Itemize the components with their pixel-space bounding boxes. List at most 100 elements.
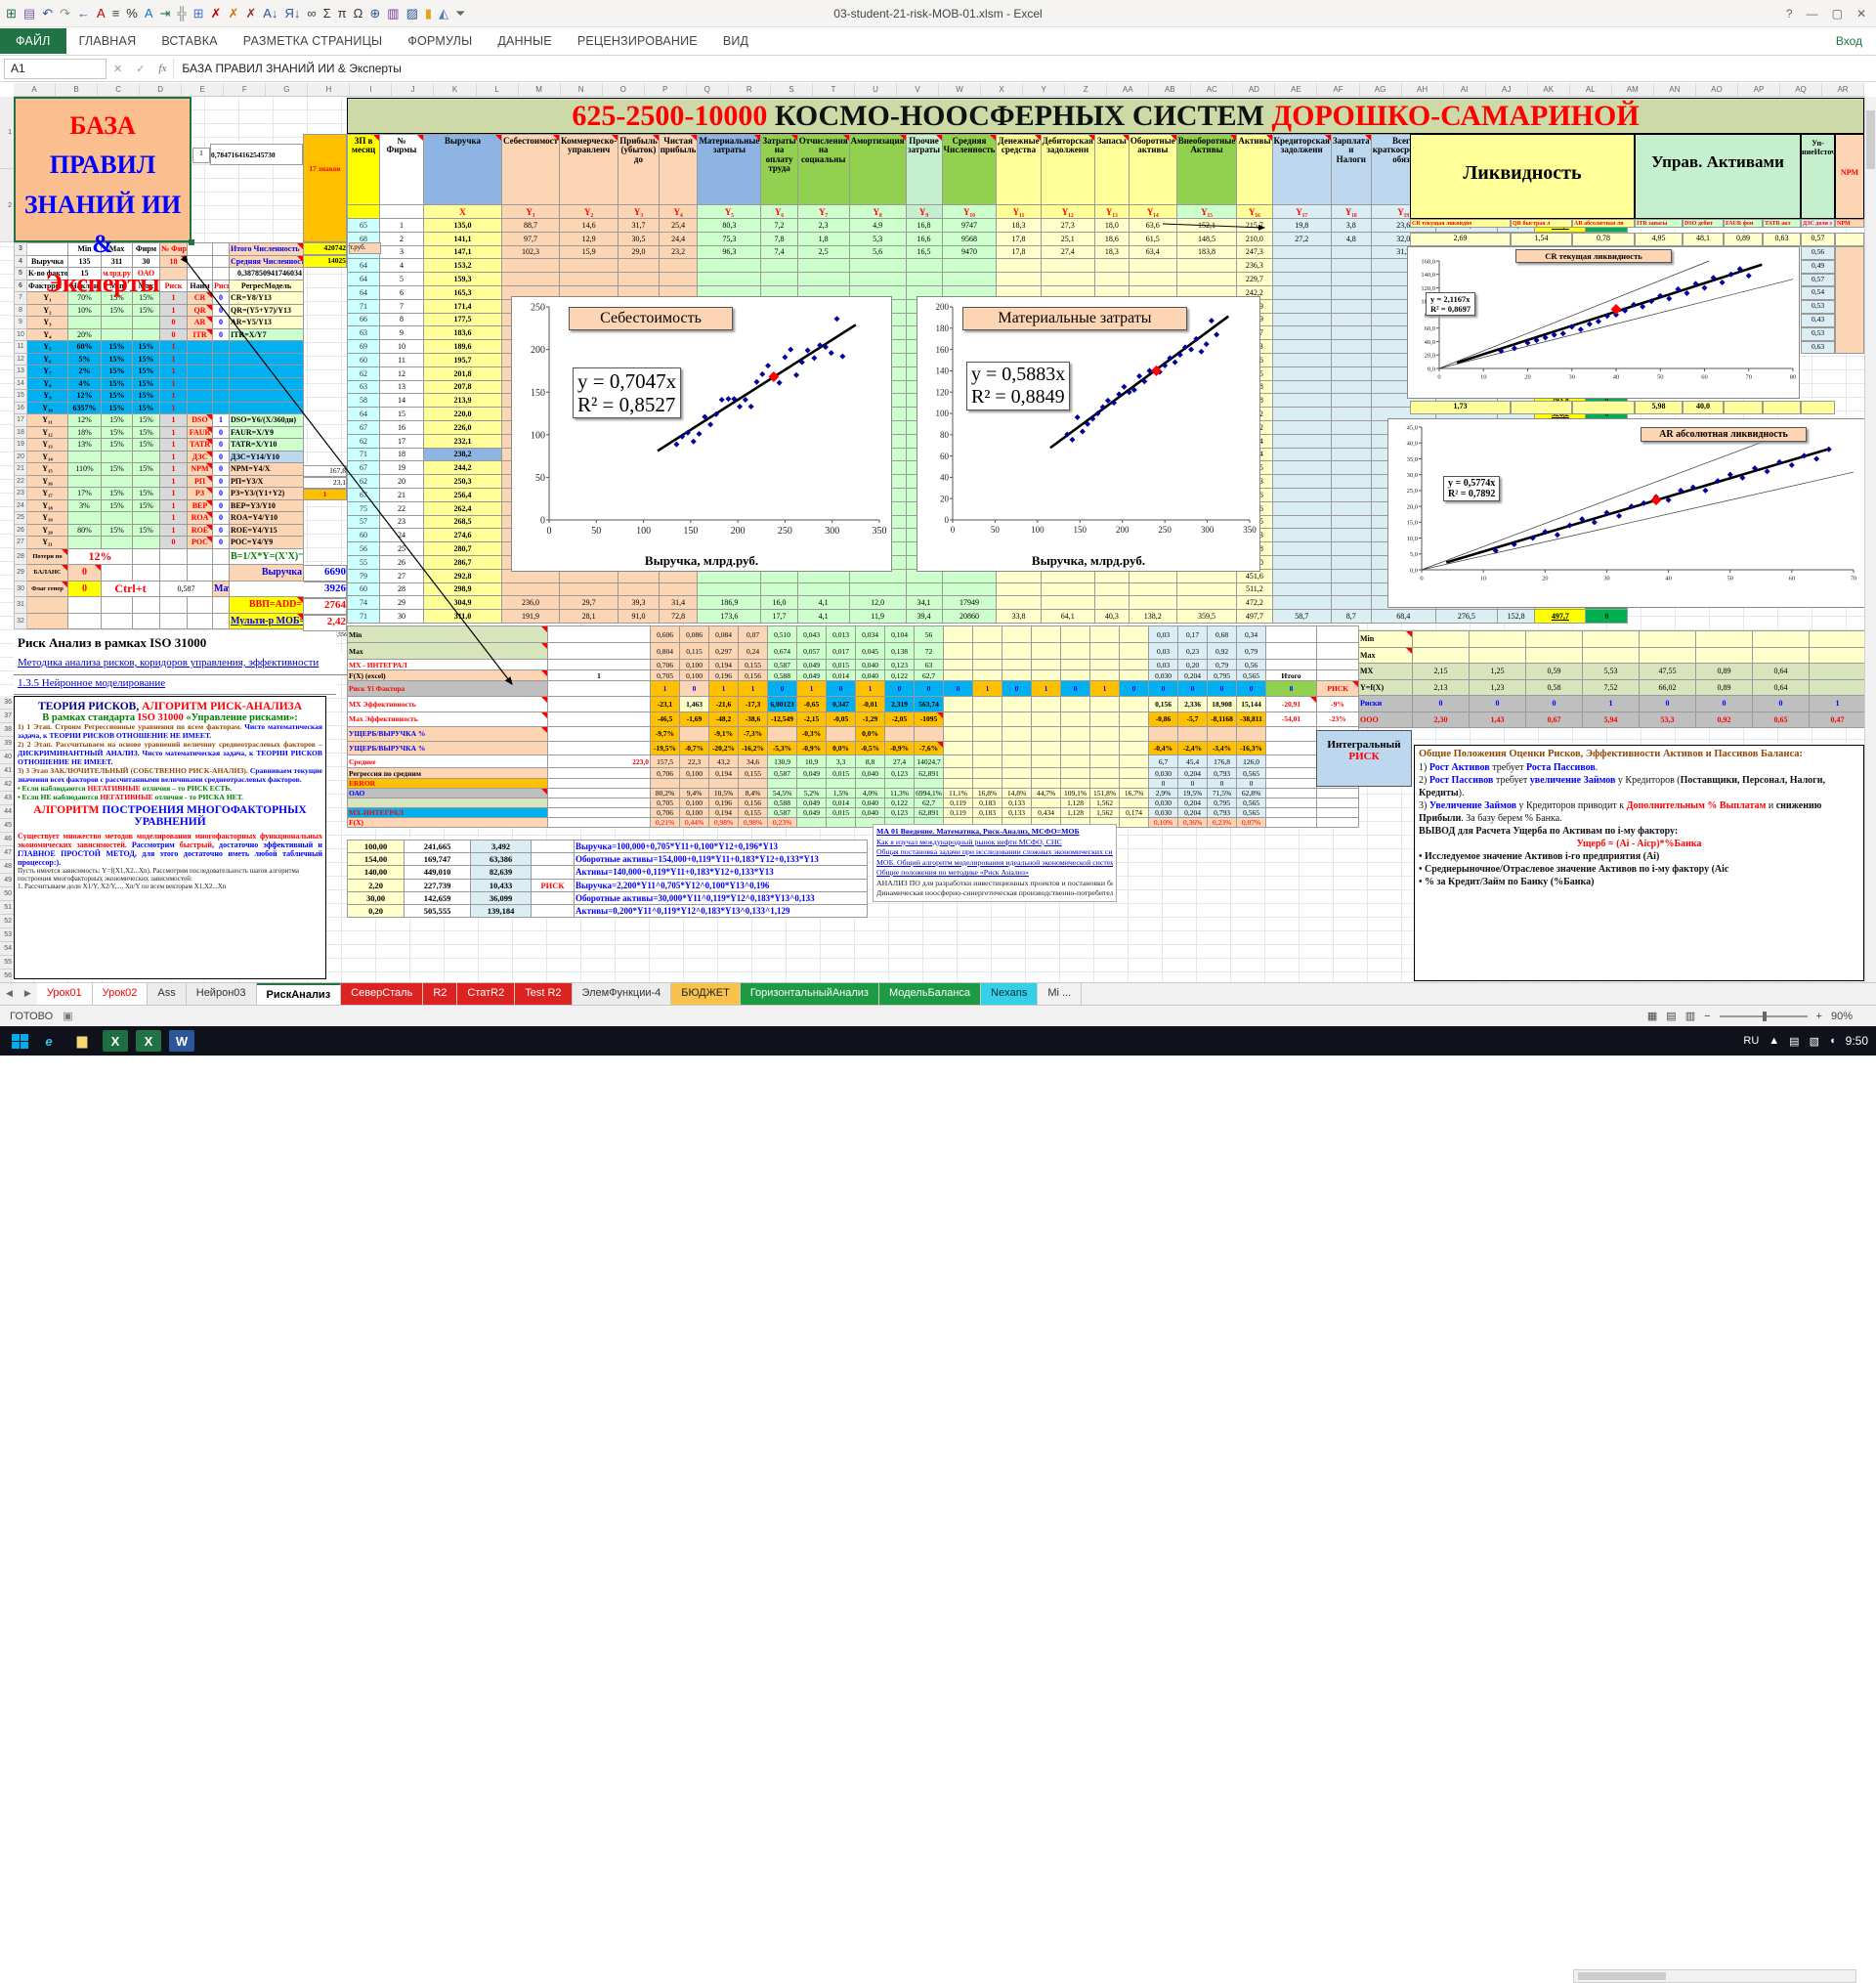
cell[interactable]: 449,010 (405, 866, 471, 879)
cell[interactable]: -2,05 (885, 711, 915, 727)
cell[interactable] (160, 565, 188, 582)
cell[interactable]: 0,44% (680, 818, 709, 828)
cell[interactable] (188, 390, 213, 403)
cell[interactable]: 1 (213, 414, 230, 427)
cell[interactable]: -20,2% (709, 741, 739, 755)
cell[interactable] (188, 377, 213, 390)
cell[interactable]: 28,1 (560, 610, 618, 624)
cell[interactable]: 15% (102, 353, 133, 366)
cell[interactable]: 17,8 (997, 232, 1041, 245)
cell[interactable]: 1 (160, 512, 188, 525)
cell[interactable] (739, 779, 768, 789)
cell[interactable]: 18,6 (1094, 232, 1129, 245)
cell[interactable]: 0,017 (827, 643, 856, 660)
cell[interactable]: Мах Эффективность (348, 711, 548, 727)
cell[interactable] (1266, 818, 1317, 828)
cell[interactable]: 16 (15, 402, 27, 414)
cell[interactable] (102, 597, 133, 614)
column-header[interactable]: AG (1360, 83, 1402, 96)
cell[interactable] (1061, 660, 1090, 670)
cell[interactable]: 13 (380, 380, 424, 394)
cell[interactable]: 30,00 (348, 891, 405, 904)
cell[interactable]: 0,015 (827, 660, 856, 670)
cell[interactable] (659, 273, 698, 286)
cell[interactable]: 12% (68, 414, 102, 427)
cell[interactable] (768, 727, 797, 742)
cell[interactable]: -0,9% (797, 741, 827, 755)
cell[interactable]: Y₃ (618, 205, 660, 219)
column-header[interactable]: B (56, 83, 98, 96)
cell[interactable]: 0,92 (1696, 711, 1753, 728)
cell[interactable]: 16,5 (906, 245, 942, 259)
cell[interactable]: 97,7 (502, 232, 560, 245)
cell[interactable]: 0,63 (1801, 341, 1835, 355)
cell[interactable] (1810, 647, 1866, 664)
cell[interactable]: -9,7% (651, 727, 680, 742)
cell[interactable] (768, 779, 797, 789)
cell[interactable]: 0,705 (651, 670, 680, 681)
cell[interactable]: 62 (348, 366, 380, 380)
cell[interactable]: 0,67 (1526, 711, 1583, 728)
cell[interactable]: 20860 (942, 610, 997, 624)
cell[interactable] (1090, 711, 1120, 727)
cell[interactable] (1032, 768, 1061, 779)
cell[interactable] (1413, 631, 1470, 648)
row-header[interactable]: 55 (0, 956, 14, 970)
column-header[interactable]: AB (1149, 83, 1191, 96)
cell[interactable]: 0,100 (680, 768, 709, 779)
cell[interactable]: 142,659 (405, 891, 471, 904)
cell[interactable]: 5,94 (1583, 711, 1640, 728)
column-header[interactable]: AO (1696, 83, 1738, 96)
cell[interactable]: 0,387850941746034 (230, 268, 304, 280)
cell[interactable]: CR=Y8/Y13 (230, 292, 304, 305)
cell[interactable] (1272, 488, 1331, 501)
cell[interactable]: 0,049 (797, 798, 827, 808)
cell[interactable]: 5 (380, 273, 424, 286)
cell[interactable]: -1095 (915, 711, 944, 727)
cell[interactable] (532, 866, 575, 879)
cell[interactable]: Y₈ (27, 377, 68, 390)
cell[interactable] (797, 779, 827, 789)
row-header[interactable]: 47 (0, 846, 14, 860)
cell[interactable]: 0,138 (885, 643, 915, 660)
ratio-mx-strip[interactable]: 1,735,9840,0 (1410, 401, 1835, 414)
column-header[interactable]: M (519, 83, 561, 96)
cell[interactable]: 0 (885, 681, 915, 697)
cell[interactable]: 0,015 (827, 808, 856, 818)
cell[interactable]: 0 (213, 292, 230, 305)
cell[interactable] (1120, 755, 1149, 768)
cell[interactable] (1032, 779, 1061, 789)
cell[interactable]: BEP (188, 499, 213, 512)
cell[interactable]: Y₁₅ (1176, 205, 1237, 219)
cell[interactable]: 0,89 (1696, 664, 1753, 680)
cell[interactable]: 18% (68, 426, 102, 439)
cell[interactable]: 0,347 (827, 697, 856, 712)
hyperlink[interactable]: МОБ. Общий алгоритм моделирования идеаль… (876, 858, 1113, 869)
cell[interactable]: ДЗС (188, 451, 213, 463)
cell[interactable]: Итого (1266, 670, 1317, 681)
cell[interactable] (1331, 434, 1371, 448)
cell[interactable]: 0,565 (1237, 670, 1266, 681)
cell[interactable]: 8 (380, 313, 424, 326)
cell[interactable] (348, 205, 380, 219)
cell[interactable]: 0,565 (1237, 798, 1266, 808)
cell[interactable]: 15% (133, 353, 160, 366)
row-header[interactable]: 52 (0, 915, 14, 928)
cell[interactable]: 47,55 (1640, 664, 1696, 680)
cell[interactable] (532, 853, 575, 866)
cell[interactable]: 0,156 (739, 798, 768, 808)
cell[interactable]: 44,7% (1032, 789, 1061, 798)
cell[interactable]: 16,8 (906, 219, 942, 233)
cell[interactable] (1331, 245, 1371, 259)
cell[interactable]: 10,9 (797, 755, 827, 768)
cell[interactable]: 0 (768, 681, 797, 697)
cell[interactable]: 0,133 (1002, 808, 1032, 818)
cell[interactable]: Средняя Численность (230, 255, 304, 268)
cell[interactable]: 563,74 (915, 697, 944, 712)
cell[interactable]: 0,21% (651, 818, 680, 828)
column-header[interactable]: AF (1317, 83, 1359, 96)
cell[interactable]: 0,123 (885, 768, 915, 779)
cell[interactable]: 69 (348, 340, 380, 354)
cell[interactable]: 2,15 (1413, 664, 1470, 680)
cell[interactable] (1090, 755, 1120, 768)
